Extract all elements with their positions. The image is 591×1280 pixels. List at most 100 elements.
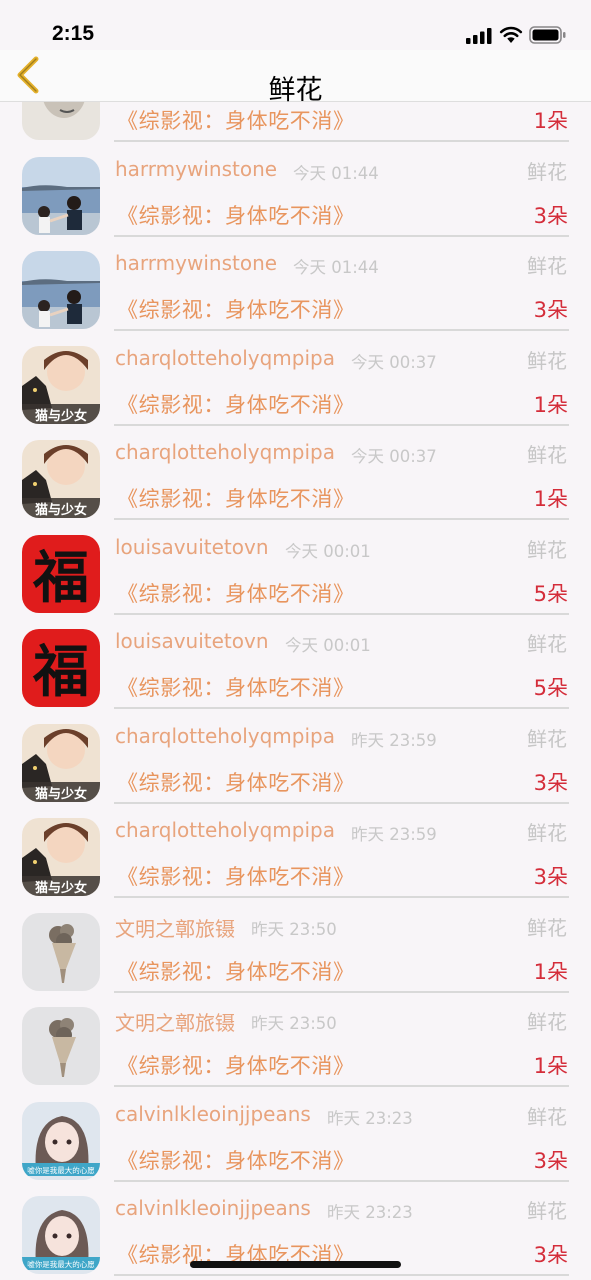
gift-type-label: 鲜花	[527, 915, 567, 940]
bouquet-avatar[interactable]	[22, 912, 100, 991]
book-title[interactable]: 《综影视：身体吃不消》	[117, 861, 355, 891]
flower-count: 1朵	[533, 392, 568, 417]
wifi-icon	[499, 26, 523, 43]
list-item[interactable]: harrmywinstone 今天 01:44 鲜花 《综影视：身体吃不消》 3朵	[0, 149, 591, 244]
book-title[interactable]: 《综影视：身体吃不消》	[117, 767, 355, 797]
flower-gift-list[interactable]: 《综影视：身体吃不消》 1朵 harrmywinstone 今天 01:44 鲜花 《综影…	[0, 101, 591, 1280]
list-item[interactable]: 猫与少女 charqlotteholyqmpipa 今天 00:37 鲜花《综影视：身…	[0, 432, 591, 527]
fu-character-avatar[interactable]: 福	[22, 534, 100, 613]
user-name[interactable]: charqlotteholyqmpipa	[115, 724, 335, 748]
row-divider	[114, 1085, 569, 1087]
list-item[interactable]: 《综影视：身体吃不消》 1朵	[0, 101, 591, 149]
row-divider	[114, 1274, 569, 1276]
svg-text:福: 福	[32, 640, 89, 705]
user-name[interactable]: calvinlkleoinjjpeans	[115, 1196, 311, 1220]
gift-type-label: 鲜花	[527, 821, 567, 845]
user-name[interactable]: harrmywinstone	[115, 157, 277, 181]
timestamp: 昨天 23:23	[327, 1108, 413, 1128]
timestamp: 昨天 23:50	[251, 919, 337, 939]
user-name[interactable]: harrmywinstone	[115, 251, 277, 275]
list-item[interactable]: 嘘你是我最大的心愿 calvinlkleoinjjpeans 昨天 23:23 鲜花《…	[0, 1094, 591, 1189]
page-title: 鲜花	[268, 75, 323, 106]
list-item[interactable]: 福 louisavuitetovn 今天 00:01 鲜花 《综影视：身体吃不消》 5朵	[0, 621, 591, 716]
list-item[interactable]: 猫与少女 charqlotteholyqmpipa 昨天 23:59 鲜花 《综影视：身…	[0, 716, 591, 811]
timestamp: 今天 01:44	[293, 163, 379, 183]
flower-count: 3朵	[533, 298, 568, 322]
status-bar: 2:15	[0, 0, 591, 50]
svg-text:猫与少女: 猫与少女	[35, 880, 87, 896]
flower-count: 3朵	[533, 1243, 568, 1267]
user-name[interactable]: louisavuitetovn	[115, 629, 269, 653]
flower-count: 3朵	[533, 865, 568, 889]
gift-type-label: 鲜花	[527, 537, 567, 562]
status-time: 2:15	[52, 22, 95, 45]
flower-count: 1朵	[533, 1054, 568, 1078]
girl-cat-avatar[interactable]: 猫与少女	[22, 440, 100, 518]
user-name[interactable]: charqlotteholyqmpipa	[115, 440, 335, 464]
timestamp: 昨天 23:50	[251, 1014, 337, 1033]
svg-text:福: 福	[32, 546, 89, 611]
timestamp: 今天 00:01	[285, 541, 371, 561]
svg-text:猫与少女: 猫与少女	[35, 786, 87, 802]
flower-count: 3朵	[533, 1148, 568, 1173]
user-name[interactable]: 文明之鄣旅镊	[115, 913, 235, 942]
gift-type-label: 鲜花	[527, 443, 567, 467]
row-divider	[114, 801, 569, 804]
girl-cat-avatar[interactable]: 猫与少女	[22, 345, 100, 424]
book-title[interactable]: 《综影视：身体吃不消》	[117, 1145, 355, 1175]
row-divider	[114, 329, 569, 331]
svg-text:嘘你是我最大的心愿: 嘘你是我最大的心愿	[27, 1165, 95, 1175]
book-title[interactable]: 《综影视：身体吃不消》	[117, 672, 355, 702]
flower-count: 3朵	[533, 203, 568, 228]
user-name[interactable]: charqlotteholyqmpipa	[115, 818, 335, 842]
beach-couple-avatar[interactable]	[22, 156, 100, 235]
gift-type-label: 鲜花	[527, 254, 567, 278]
row-divider	[114, 990, 569, 993]
row-divider	[114, 896, 569, 898]
book-title[interactable]: 《综影视：身体吃不消》	[117, 956, 355, 986]
flower-count: 5朵	[533, 676, 568, 700]
book-title[interactable]: 《综影视：身体吃不消》	[117, 578, 355, 608]
book-title[interactable]: 《综影视：身体吃不消》	[117, 389, 355, 419]
girl-cat-avatar[interactable]: 猫与少女	[22, 723, 100, 802]
user-name[interactable]: louisavuitetovn	[115, 535, 269, 559]
user-name[interactable]: calvinlkleoinjjpeans	[115, 1102, 311, 1126]
gift-type-label: 鲜花	[527, 348, 567, 373]
home-indicator[interactable]	[190, 1261, 401, 1268]
gift-type-label: 鲜花	[527, 1010, 567, 1034]
beach-couple-avatar[interactable]	[22, 251, 100, 329]
gift-type-label: 鲜花	[527, 1104, 567, 1129]
book-title[interactable]: 《综影视：身体吃不消》	[117, 483, 355, 513]
book-title[interactable]: 《综影视：身体吃不消》	[117, 200, 355, 230]
timestamp: 今天 00:37	[351, 447, 437, 466]
list-item[interactable]: 文明之鄣旅镊 昨天 23:50 鲜花《综影视：身体吃不消》 1朵	[0, 999, 591, 1094]
svg-text:猫与少女: 猫与少女	[35, 502, 87, 518]
row-divider	[114, 234, 569, 237]
bouquet-avatar[interactable]	[22, 1007, 100, 1085]
anime-girl-avatar[interactable]: 嘘你是我最大的心愿	[22, 1101, 100, 1180]
list-item[interactable]: harrmywinstone 今天 01:44 鲜花 《综影视：身体吃不消》 3朵	[0, 243, 591, 338]
svg-text:嘘你是我最大的心愿: 嘘你是我最大的心愿	[27, 1259, 95, 1269]
flower-count: 5朵	[533, 581, 568, 606]
timestamp: 昨天 23:59	[351, 825, 437, 844]
row-divider	[114, 612, 569, 615]
girl-cat-avatar[interactable]: 猫与少女	[22, 818, 100, 896]
user-name[interactable]: 文明之鄣旅镊	[115, 1007, 235, 1036]
battery-icon	[529, 26, 566, 44]
navigation-bar: 鲜花	[0, 50, 591, 106]
fu-character-avatar[interactable]: 福	[22, 629, 100, 707]
list-item[interactable]: 福 louisavuitetovn 今天 00:01 鲜花《综影视：身体吃不消》 5朵	[0, 527, 591, 622]
book-title[interactable]: 《综影视：身体吃不消》	[117, 1050, 355, 1080]
timestamp: 今天 00:01	[285, 636, 371, 655]
book-title[interactable]: 《综影视：身体吃不消》	[117, 105, 355, 135]
anime-girl-avatar[interactable]: 嘘你是我最大的心愿	[22, 1196, 100, 1274]
list-item[interactable]: 猫与少女 charqlotteholyqmpipa 今天 00:37 鲜花 《综影视：身…	[0, 338, 591, 433]
user-name[interactable]: charqlotteholyqmpipa	[115, 346, 335, 370]
gift-type-label: 鲜花	[527, 1199, 567, 1223]
gift-type-label: 鲜花	[527, 726, 567, 751]
book-title[interactable]: 《综影视：身体吃不消》	[117, 294, 355, 324]
svg-text:猫与少女: 猫与少女	[35, 408, 87, 424]
list-item[interactable]: 猫与少女 charqlotteholyqmpipa 昨天 23:59 鲜花《综影视：身…	[0, 810, 591, 905]
row-divider	[114, 707, 569, 709]
list-item[interactable]: 文明之鄣旅镊 昨天 23:50 鲜花 《综影视：身体吃不消》 1朵	[0, 905, 591, 1000]
